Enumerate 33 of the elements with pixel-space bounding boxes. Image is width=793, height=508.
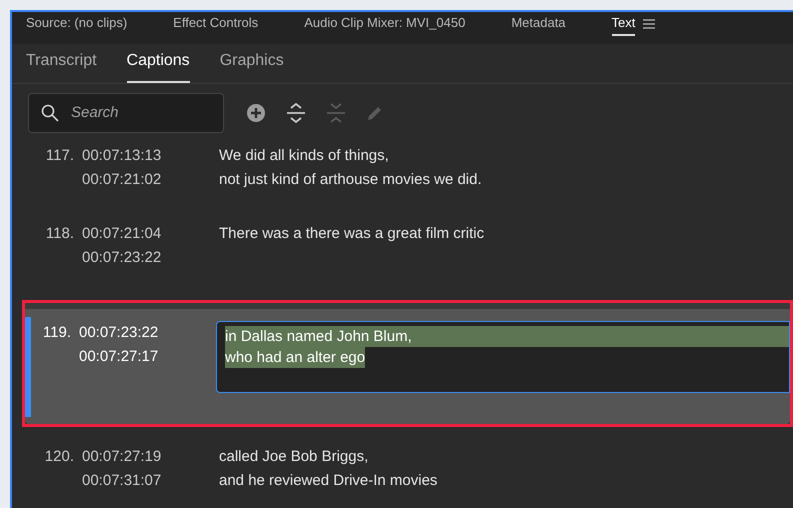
caption-text-field[interactable]: in Dallas named John Blum, who had an alter ego <box>216 321 790 393</box>
sub-tab[interactable]: Graphics <box>220 49 284 83</box>
caption-number: 118. <box>44 224 74 244</box>
caption-number: 119. <box>42 323 71 343</box>
caption-line: not just kind of arthouse movies we did. <box>219 170 483 190</box>
start-timecode: 00:07:27:19 <box>82 447 162 467</box>
panel-tab[interactable]: Metadata <box>511 12 566 36</box>
panel-tab[interactable]: Source: (no clips) <box>26 12 128 36</box>
caption-line: There was a there was a great film critic <box>219 224 486 244</box>
caption-number: 117. <box>44 146 74 166</box>
add-icon[interactable] <box>246 103 266 123</box>
start-timecode: 00:07:13:13 <box>82 146 162 166</box>
panel-tab[interactable]: Audio Clip Mixer: MVI_0450 <box>304 12 466 36</box>
search-input[interactable]: Search <box>71 102 191 124</box>
start-timecode: 00:07:21:04 <box>82 224 162 244</box>
panel-tab[interactable]: Effect Controls <box>173 12 258 36</box>
end-timecode: 00:07:31:07 <box>82 471 162 491</box>
caption-line: called Joe Bob Briggs, <box>219 447 370 467</box>
expand-icon[interactable] <box>286 102 306 124</box>
caption-line: We did all kinds of things, <box>219 146 390 166</box>
sub-tab[interactable]: Captions <box>126 49 190 83</box>
sub-tab[interactable]: Transcript <box>26 49 97 83</box>
menu-icon[interactable] <box>643 19 656 30</box>
caption-number: 120. <box>44 447 74 467</box>
start-timecode: 00:07:23:22 <box>79 323 160 343</box>
caption-line: and he reviewed Drive-In movies <box>219 471 438 491</box>
caption-row[interactable]: 119. 00:07:23:22 00:07:27:17 in Dallas named John Blum, who had an alter ego <box>25 309 790 424</box>
panel-tab[interactable]: Text <box>612 12 636 36</box>
end-timecode: 00:07:21:02 <box>82 170 162 190</box>
end-timecode: 00:07:27:17 <box>79 347 160 367</box>
end-timecode: 00:07:23:22 <box>82 248 162 268</box>
search-field[interactable]: Search <box>28 93 224 133</box>
search-icon <box>41 104 59 122</box>
